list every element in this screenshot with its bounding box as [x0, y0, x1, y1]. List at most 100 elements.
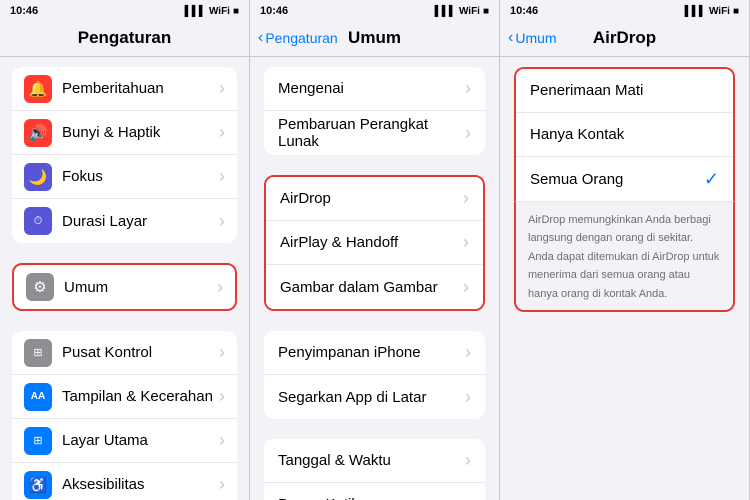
chevron-pembaruan	[465, 123, 471, 144]
item-durasi[interactable]: ⏱ Durasi Layar	[12, 199, 237, 243]
battery-icon-2: ■	[483, 6, 489, 17]
option-penerimaan-mati[interactable]: Penerimaan Mati	[516, 69, 733, 113]
section-umum: ⚙ Umum	[0, 263, 249, 311]
panel-airdrop: 10:46 ▌▌▌ WiFi ■ ‹ Umum AirDrop Penerima…	[500, 0, 750, 500]
chevron-aksesibilitas	[219, 474, 225, 495]
panel-pengaturan: 10:46 ▌▌▌ WiFi ■ Pengaturan 🔔 Pemberitah…	[0, 0, 250, 500]
panel3-back-btn[interactable]: ‹ Umum	[508, 29, 557, 47]
panel2-back-btn[interactable]: ‹ Pengaturan	[258, 29, 338, 47]
back-label-3: Umum	[515, 30, 556, 46]
label-airdrop: AirDrop	[280, 190, 463, 207]
label-airplay: AirPlay & Handoff	[280, 234, 463, 251]
p3-description-text: AirDrop memungkinkan Anda berbagi langsu…	[528, 214, 719, 300]
item-gambar[interactable]: Gambar dalam Gambar	[266, 265, 483, 309]
item-airplay[interactable]: AirPlay & Handoff	[266, 221, 483, 265]
item-aksesibilitas[interactable]: ♿ Aksesibilitas	[12, 463, 237, 500]
item-fokus[interactable]: 🌙 Fokus	[12, 155, 237, 199]
status-icons-3: ▌▌▌ WiFi ■	[685, 6, 739, 17]
signal-icon: ▌▌▌	[185, 6, 206, 17]
p2-block-airdrop: AirDrop AirPlay & Handoff Gambar dalam G…	[250, 175, 499, 311]
icon-pemberitahuan: 🔔	[24, 75, 52, 103]
p2-block-1-inner: Mengenai Pembaruan Perangkat Lunak	[264, 67, 485, 155]
item-airdrop[interactable]: AirDrop	[266, 177, 483, 221]
p2-block-3-inner: Penyimpanan iPhone Segarkan App di Latar	[264, 331, 485, 419]
chevron-mengenai	[465, 78, 471, 99]
panel1-list: 🔔 Pemberitahuan 🔊 Bunyi & Haptik 🌙 Fokus…	[0, 57, 249, 500]
label-penerimaan-mati: Penerimaan Mati	[530, 82, 719, 99]
section-block-umum-selected: ⚙ Umum	[12, 263, 237, 311]
item-tampilan[interactable]: AA Tampilan & Kecerahan	[12, 375, 237, 419]
chevron-airplay	[463, 232, 469, 253]
chevron-layar	[219, 430, 225, 451]
label-mengenai: Mengenai	[278, 80, 465, 97]
chevron-pusat	[219, 342, 225, 363]
item-papan[interactable]: Papan Ketik	[264, 483, 485, 500]
chevron-tampilan	[219, 386, 225, 407]
panel3-title: AirDrop	[593, 28, 656, 48]
p2-block-3: Penyimpanan iPhone Segarkan App di Latar	[250, 331, 499, 419]
chevron-penyimpanan	[465, 342, 471, 363]
p2-airdrop-selected: AirDrop AirPlay & Handoff Gambar dalam G…	[264, 175, 485, 311]
chevron-pemberitahuan	[219, 78, 225, 99]
back-label-2: Pengaturan	[265, 30, 337, 46]
item-layar[interactable]: ⊞ Layar Utama	[12, 419, 237, 463]
icon-fokus: 🌙	[24, 163, 52, 191]
wifi-icon-3: WiFi	[709, 6, 730, 17]
item-pembaruan[interactable]: Pembaruan Perangkat Lunak	[264, 111, 485, 155]
item-pusat[interactable]: ⊞ Pusat Kontrol	[12, 331, 237, 375]
item-penyimpanan[interactable]: Penyimpanan iPhone	[264, 331, 485, 375]
label-tampilan: Tampilan & Kecerahan	[62, 388, 219, 405]
item-segarkan[interactable]: Segarkan App di Latar	[264, 375, 485, 419]
icon-umum: ⚙	[26, 273, 54, 301]
section-1: 🔔 Pemberitahuan 🔊 Bunyi & Haptik 🌙 Fokus…	[0, 67, 249, 243]
p2-block-4: Tanggal & Waktu Papan Ketik Font Bahasa …	[250, 439, 499, 500]
p3-description-box: AirDrop memungkinkan Anda berbagi langsu…	[514, 201, 735, 312]
chevron-tanggal	[465, 450, 471, 471]
item-bunyi[interactable]: 🔊 Bunyi & Haptik	[12, 111, 237, 155]
label-semua-orang: Semua Orang	[530, 171, 704, 188]
chevron-segarkan	[465, 387, 471, 408]
chevron-bunyi	[219, 122, 225, 143]
p3-options-wrapper: Penerimaan Mati Hanya Kontak Semua Orang…	[500, 67, 749, 312]
label-segarkan: Segarkan App di Latar	[278, 389, 465, 406]
option-semua-orang[interactable]: Semua Orang ✓	[516, 157, 733, 201]
option-hanya-kontak[interactable]: Hanya Kontak	[516, 113, 733, 157]
icon-aksesibilitas: ♿	[24, 471, 52, 499]
chevron-fokus	[219, 166, 225, 187]
battery-icon-3: ■	[733, 6, 739, 17]
checkmark-semua-orang: ✓	[704, 169, 719, 190]
status-bar-1: 10:46 ▌▌▌ WiFi ■	[0, 0, 249, 22]
wifi-icon-2: WiFi	[459, 6, 480, 17]
label-penyimpanan: Penyimpanan iPhone	[278, 344, 465, 361]
status-icons-2: ▌▌▌ WiFi ■	[435, 6, 489, 17]
battery-icon: ■	[233, 6, 239, 17]
back-chevron-icon: ‹	[258, 29, 263, 47]
section-block-1: 🔔 Pemberitahuan 🔊 Bunyi & Haptik 🌙 Fokus…	[12, 67, 237, 243]
chevron-airdrop	[463, 188, 469, 209]
chevron-umum	[217, 277, 223, 298]
section-block-3: ⊞ Pusat Kontrol AA Tampilan & Kecerahan …	[12, 331, 237, 500]
icon-durasi: ⏱	[24, 207, 52, 235]
status-icons-1: ▌▌▌ WiFi ■	[185, 6, 239, 17]
item-mengenai[interactable]: Mengenai	[264, 67, 485, 111]
time-1: 10:46	[10, 5, 38, 17]
icon-pusat: ⊞	[24, 339, 52, 367]
chevron-papan	[465, 494, 471, 500]
chevron-gambar	[463, 277, 469, 298]
label-bunyi: Bunyi & Haptik	[62, 124, 219, 141]
chevron-durasi	[219, 211, 225, 232]
label-fokus: Fokus	[62, 168, 219, 185]
item-pemberitahuan[interactable]: 🔔 Pemberitahuan	[12, 67, 237, 111]
label-hanya-kontak: Hanya Kontak	[530, 126, 719, 143]
panel2-title: Umum	[348, 28, 401, 48]
label-pembaruan: Pembaruan Perangkat Lunak	[278, 116, 465, 150]
label-pusat: Pusat Kontrol	[62, 344, 219, 361]
item-tanggal[interactable]: Tanggal & Waktu	[264, 439, 485, 483]
p2-block-1: Mengenai Pembaruan Perangkat Lunak	[250, 67, 499, 155]
item-umum[interactable]: ⚙ Umum	[14, 265, 235, 309]
time-3: 10:46	[510, 5, 538, 17]
back-chevron-icon-3: ‹	[508, 29, 513, 47]
label-aksesibilitas: Aksesibilitas	[62, 476, 219, 493]
status-bar-2: 10:46 ▌▌▌ WiFi ■	[250, 0, 499, 22]
label-durasi: Durasi Layar	[62, 213, 219, 230]
